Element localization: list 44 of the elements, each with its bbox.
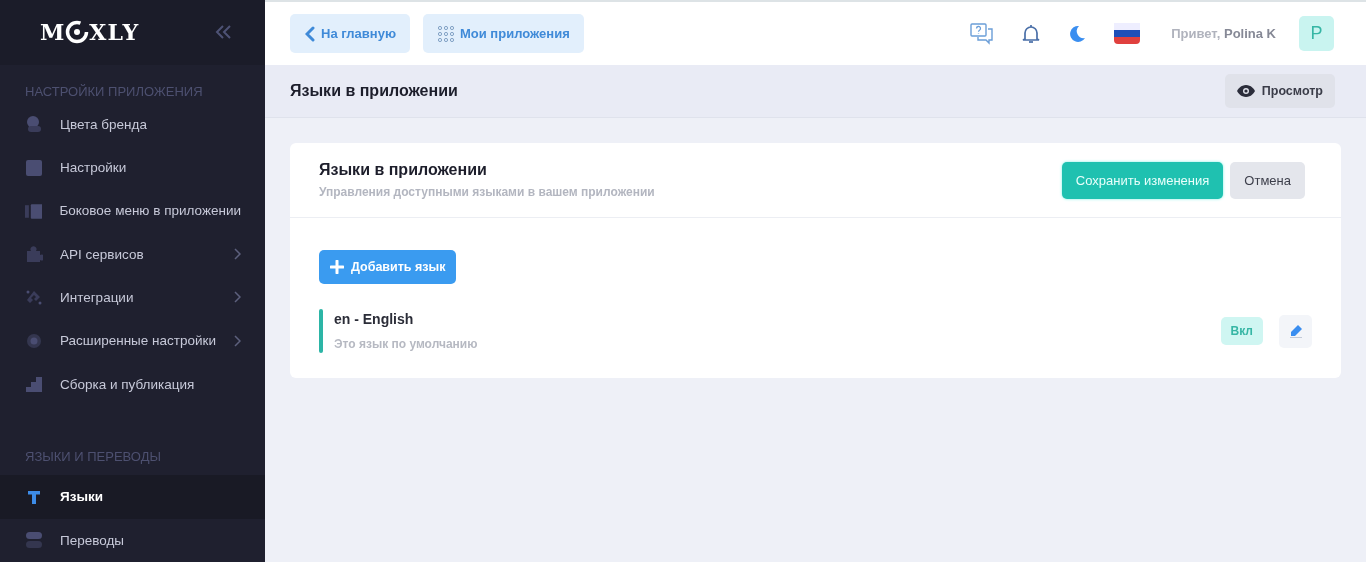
- chevron-left-icon: [305, 25, 315, 42]
- target-icon: [65, 20, 90, 45]
- gear-icon: [25, 331, 43, 350]
- sidebar-item[interactable]: Переводы: [0, 518, 265, 562]
- card-title: Языки в приложении: [319, 161, 488, 179]
- accent-bar: [319, 309, 323, 353]
- logo-text: M: [40, 19, 66, 46]
- preview-button[interactable]: Просмотр: [1224, 74, 1335, 108]
- collapse-icon[interactable]: [215, 24, 233, 41]
- logo-text: XLY: [89, 19, 140, 46]
- palette-icon: [25, 115, 43, 134]
- toggle-icon: [25, 531, 43, 550]
- sidebar-item[interactable]: Расширенные настройки: [0, 319, 265, 363]
- text-icon: [25, 488, 43, 506]
- puzzle-icon: [25, 245, 43, 264]
- section-heading: ЯЗЫКИ И ПЕРЕВОДЫ: [24, 448, 162, 466]
- edit-button[interactable]: [1279, 314, 1312, 348]
- plus-icon: [330, 260, 344, 274]
- bell-icon[interactable]: [1022, 23, 1041, 44]
- section-heading: НАСТРОЙКИ ПРИЛОЖЕНИЯ: [24, 83, 204, 102]
- magnet-icon: [25, 288, 43, 307]
- greeting-text: Привет, Polina K: [1171, 26, 1276, 41]
- card-subtitle: Управления доступными языками в вашем приложении: [319, 185, 656, 199]
- stairs-icon: [25, 375, 43, 394]
- eye-icon: [1236, 85, 1255, 97]
- sidebar-item[interactable]: Настройки: [0, 145, 265, 190]
- sidebar-item[interactable]: Сборка и публикация: [0, 362, 265, 406]
- help-chat-icon[interactable]: [970, 22, 995, 45]
- pencil-icon: [1288, 324, 1303, 338]
- flag-icon[interactable]: [1114, 23, 1141, 44]
- language-note: Это язык по умолчанию: [334, 337, 479, 351]
- cancel-button[interactable]: Отмена: [1230, 161, 1305, 199]
- sidebar-item[interactable]: Цвета бренда: [0, 102, 265, 146]
- language-name: en - English: [334, 311, 415, 327]
- sidebar-panel-icon: [25, 201, 43, 220]
- page-title: Языки в приложении: [290, 82, 458, 100]
- sidebar-item[interactable]: Языки: [0, 475, 265, 519]
- square-icon: [25, 158, 43, 177]
- sidebar-item[interactable]: Боковое меню в приложении: [0, 189, 265, 233]
- status-badge: Вкл: [1220, 317, 1263, 345]
- grid-icon: [438, 25, 454, 42]
- sidebar-item[interactable]: API сервисов: [0, 232, 265, 276]
- moon-icon[interactable]: [1068, 24, 1087, 43]
- sidebar-item[interactable]: Интеграции: [0, 275, 265, 320]
